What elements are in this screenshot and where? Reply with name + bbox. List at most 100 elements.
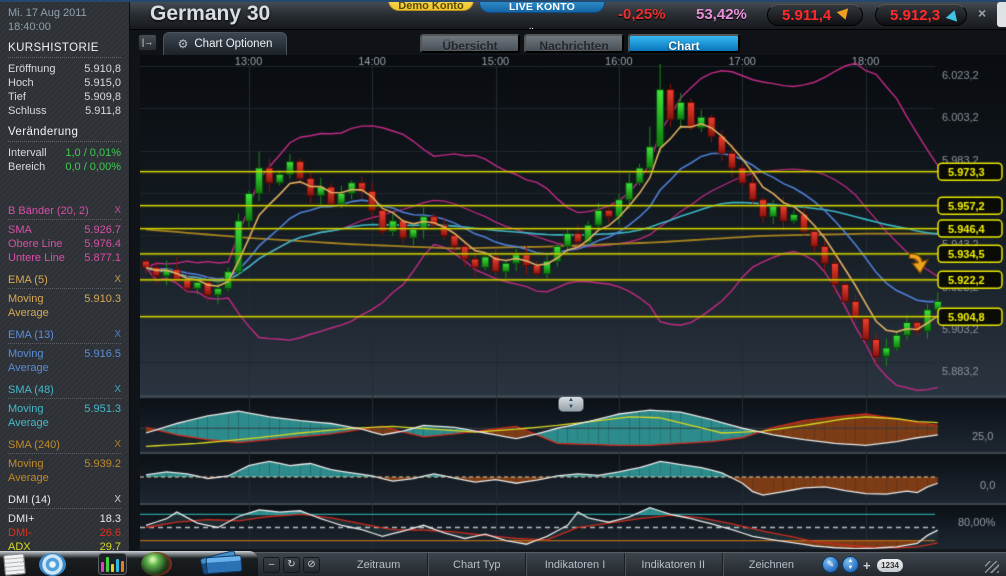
disable-icon[interactable]: ⊘ (303, 557, 320, 573)
row-label: Tief (8, 90, 26, 104)
sell-price: 5.911,4 (782, 7, 831, 24)
chart-options-label: Chart Optionen (194, 38, 272, 50)
row-value: 5.911,8 (85, 104, 121, 118)
indicator-name: DMI (14) (8, 494, 51, 506)
chart-tab-row: |→ ⚙ Chart Optionen ÜbersichtNachrichten… (130, 30, 1006, 55)
indicator-row: DMI+18.3 (8, 512, 121, 526)
indicator-close-button[interactable]: X (114, 439, 121, 451)
pencil-icon[interactable]: ✎ (822, 556, 839, 573)
indicator-name: B Bänder (20, 2) (8, 205, 89, 217)
tab-nachrichten[interactable]: Nachrichten (524, 34, 624, 53)
window-edge-strip (997, 2, 1006, 27)
splitter-down-icon: ▼ (568, 404, 574, 410)
indicator-row: Moving Average5.916.5 (8, 347, 121, 375)
row-value: 5.951.3 (84, 402, 121, 430)
row-label: Intervall (8, 146, 47, 160)
toolbar-button-zeichnen[interactable]: Zeichnen (722, 553, 820, 576)
resize-grip[interactable] (985, 561, 999, 573)
indicator-row: Moving Average5.951.3 (8, 402, 121, 430)
collapse-sidebar-button[interactable]: |→ (138, 34, 157, 51)
row-label: Schluss (8, 104, 47, 118)
kurshistorie-row: Schluss 5.911,8 (8, 104, 121, 118)
indicator-row: Untere Line 5.877.1 (8, 251, 121, 265)
indicator-close-button[interactable]: X (114, 329, 121, 341)
toolbar-button-indikatoren-i[interactable]: Indikatoren I (525, 553, 623, 576)
indicator-title: SMA (48) X (8, 384, 121, 399)
row-value: 5.976.4 (84, 237, 121, 251)
indicator-close-button[interactable]: X (114, 205, 121, 217)
sell-arrow-down-icon (837, 8, 852, 21)
row-value: 5.877.1 (84, 251, 121, 265)
row-label: Eröffnung (8, 62, 56, 76)
buy-price-button[interactable]: 5.912,3 (875, 4, 967, 26)
kurshistorie-title: KURSHISTORIE (8, 42, 121, 58)
indicator-close-button[interactable]: X (114, 384, 121, 396)
indicator-name: SMA (240) (8, 439, 60, 451)
equalizer-app-icon[interactable] (98, 553, 127, 575)
row-value: 5.916.5 (84, 347, 121, 375)
crosshair-icon[interactable]: + (863, 558, 871, 573)
live-konto-button[interactable]: LIVE KONTO ERÖFFNEN (479, 0, 605, 13)
row-value: 5.915,0 (84, 76, 121, 90)
row-value: 18.3 (100, 512, 121, 526)
sidebar-kurshistorie: Mi. 17 Aug 2011 18:40:00 KURSHISTORIE Er… (0, 0, 130, 552)
close-icon[interactable]: × (978, 5, 986, 21)
indicator-title: EMA (5) X (8, 274, 121, 289)
kurshistorie-row: Eröffnung 5.910,8 (8, 62, 121, 76)
pane-splitter-button[interactable]: ▲ ▼ (558, 396, 584, 412)
row-value: 5.926.7 (84, 223, 121, 237)
indicator-title: SMA (240) X (8, 439, 121, 454)
range-pct: 53,42% (696, 6, 747, 23)
indicator-title: DMI (14) X (8, 494, 121, 509)
cards-app-icon[interactable] (201, 553, 245, 575)
row-label: SMA (8, 223, 32, 237)
tab-chart[interactable]: Chart (628, 34, 740, 53)
updown-icon[interactable]: ▲▼ (842, 556, 859, 573)
title-bar: Germany 30 Demo Konto LIVE KONTO ERÖFFNE… (130, 0, 1006, 30)
row-label: Moving Average (8, 402, 84, 430)
instrument-title: Germany 30 (150, 2, 270, 26)
sphere-app-icon[interactable] (141, 552, 172, 576)
daily-change-pct: -0,25% (618, 6, 666, 23)
row-label: Hoch (8, 76, 34, 90)
indicator-close-button[interactable]: X (114, 274, 121, 286)
refresh-icon[interactable]: ↻ (283, 557, 300, 573)
tab-übersicht[interactable]: Übersicht (420, 34, 520, 53)
veraenderung-row: Bereich 0,0 / 0,00% (8, 160, 121, 174)
row-value: 26.6 (100, 526, 121, 540)
minimize-button[interactable]: – (263, 557, 280, 573)
news-app-icon[interactable] (3, 553, 26, 576)
row-value: 1,0 / 0,01% (65, 146, 121, 160)
demo-konto-button[interactable]: Demo Konto (388, 0, 474, 11)
row-value: 5.910.3 (84, 292, 121, 320)
chart-options-button[interactable]: ⚙ Chart Optionen (163, 32, 287, 55)
buy-arrow-up-icon (946, 8, 961, 21)
row-label: Untere Line (8, 251, 65, 265)
row-value: 0,0 / 0,00% (65, 160, 121, 174)
row-label: Obere Line (8, 237, 62, 251)
toolbar-button-chart-typ[interactable]: Chart Typ (427, 553, 525, 576)
row-value: 5.909,8 (84, 90, 121, 104)
toolbar-button-zeitraum[interactable]: Zeitraum (330, 553, 427, 576)
sell-price-button[interactable]: 5.911,4 (767, 4, 863, 26)
row-label: Moving Average (8, 347, 84, 375)
row-label: Moving Average (8, 292, 84, 320)
row-value: 5.910,8 (84, 62, 121, 76)
indicator-row: Obere Line 5.976.4 (8, 237, 121, 251)
numbers-badge[interactable]: 1234 (877, 559, 903, 572)
toolbar-button-indikatoren-ii[interactable]: Indikatoren II (624, 553, 722, 576)
row-label: Bereich (8, 160, 45, 174)
indicator-name: EMA (13) (8, 329, 54, 341)
indicator-row: Moving Average5.939.2 (8, 457, 121, 485)
indicator-name: EMA (5) (8, 274, 48, 286)
splitter-up-icon: ▲ (568, 397, 574, 403)
indicator-close-button[interactable]: X (114, 494, 121, 506)
indicator-name: SMA (48) (8, 384, 54, 396)
chart-canvas[interactable] (140, 55, 1006, 552)
indicator-title: EMA (13) X (8, 329, 121, 344)
row-value: 5.939.2 (84, 457, 121, 485)
quote-time: 18:40:00 (8, 20, 121, 34)
radar-app-icon[interactable] (39, 553, 66, 576)
kurshistorie-row: Tief 5.909,8 (8, 90, 121, 104)
row-label: Moving Average (8, 457, 84, 485)
